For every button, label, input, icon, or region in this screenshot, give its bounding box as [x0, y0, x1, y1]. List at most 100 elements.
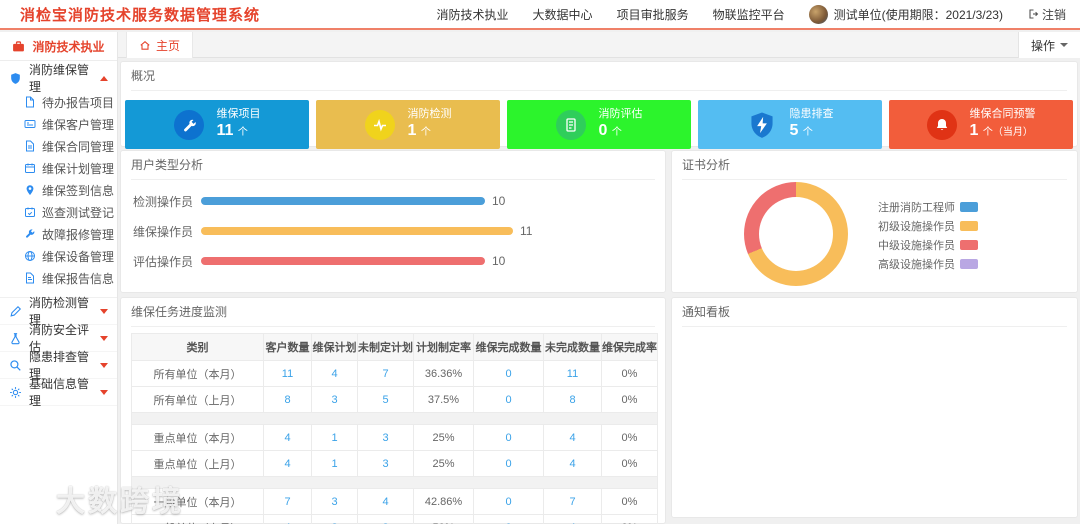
- sidebar-group-basicinfo[interactable]: 基础信息管理: [0, 377, 117, 408]
- tab-bar: 主页 操作: [118, 32, 1080, 58]
- sidebar-item-equipment-mgmt[interactable]: 维保设备管理: [0, 245, 117, 267]
- legend-item-junior-operator[interactable]: 初级设施操作员: [842, 218, 978, 233]
- card-maintenance-projects[interactable]: 维保项目 11 个: [125, 100, 309, 149]
- shield-icon: [11, 72, 20, 84]
- search-icon: [10, 359, 21, 371]
- certificate-title: 证书分析: [682, 151, 1067, 180]
- chevron-down-icon: [1060, 43, 1068, 47]
- top-nav: 消防技术执业 大数据中心 项目审批服务 物联监控平台 测试单位(使用期限：202…: [437, 4, 1066, 24]
- sidebar-group-label: 消防维保管理: [29, 63, 90, 94]
- card-value: 5 个: [789, 122, 813, 140]
- file-text-icon: [26, 272, 34, 284]
- caret-down-icon: [100, 308, 108, 314]
- legend-swatch: [960, 239, 978, 250]
- col-header: 类别: [131, 333, 264, 361]
- bar-row: 评估操作员 10: [121, 246, 655, 276]
- sidebar-item-report-info[interactable]: 维保报告信息: [0, 267, 117, 289]
- bar-row: 检测操作员 10: [121, 186, 655, 216]
- sidebar-item-label: 维保设备管理: [42, 249, 115, 264]
- card-fire-assessment[interactable]: 消防评估 0 个: [507, 100, 691, 149]
- app-title: 消检宝消防技术服务数据管理系统: [20, 7, 261, 24]
- table-row: 所有单位（本月） 11 4 7 36.36% 0 11 0%: [131, 360, 658, 387]
- action-dropdown-button[interactable]: 操作: [1017, 32, 1080, 58]
- table-header-row: 类别 客户数量 维保计划 未制定计划 计划制定率 维保完成数量 未完成数量 维保…: [131, 333, 658, 361]
- calendar-check-icon: [25, 207, 35, 217]
- tab-home[interactable]: 主页: [126, 32, 194, 58]
- logout-button[interactable]: 注销: [1027, 6, 1066, 23]
- user-type-bar-chart: 检测操作员 10 维保操作员 11 评估操作员 10: [121, 180, 665, 276]
- bar-fill: [201, 227, 513, 235]
- sidebar-item-pending-reports[interactable]: 待办报告项目: [0, 91, 117, 113]
- table-row: 重点单位（上月） 4 1 3 25% 0 4 0%: [131, 450, 658, 477]
- card-contract-warning[interactable]: 维保合同预警 1 个（当月）: [889, 100, 1073, 149]
- sidebar-header[interactable]: 消防技术执业: [0, 32, 117, 61]
- avatar: [808, 4, 828, 24]
- globe-icon: [25, 251, 35, 261]
- sidebar-group-maintenance: 消防维保管理 待办报告项目 维保客户管理 维保合同管理 维保计划管理 维保签到信…: [0, 61, 117, 298]
- caret-up-icon: [100, 75, 108, 81]
- col-header: 计划制定率: [413, 333, 474, 361]
- pen-icon: [10, 305, 22, 317]
- legend-item-registered-engineer[interactable]: 注册消防工程师: [842, 199, 978, 214]
- logout-icon: [1029, 9, 1039, 19]
- nav-link-fire-practice[interactable]: 消防技术执业: [437, 6, 509, 23]
- certificate-legend: 注册消防工程师 初级设施操作员 中级设施操作员 高级设施操作员: [842, 199, 978, 275]
- card-text: 维保合同预警 1 个（当月）: [970, 108, 1036, 142]
- sidebar-item-plan-mgmt[interactable]: 维保计划管理: [0, 157, 117, 179]
- nav-link-iot-platform[interactable]: 物联监控平台: [713, 6, 785, 23]
- nav-link-project-approval[interactable]: 项目审批服务: [617, 6, 689, 23]
- caret-down-icon: [100, 389, 108, 395]
- card-label: 隐患排查: [789, 107, 834, 120]
- user-info[interactable]: 测试单位(使用期限：2021/3/23): [808, 4, 1003, 24]
- alarm-bell-icon: [926, 109, 957, 140]
- sidebar: 消防技术执业 消防维保管理 待办报告项目 维保客户管理 维保合同管理 维保计划管…: [0, 32, 118, 524]
- table-row: 一般单位（本月） 7 3 4 42.86% 0 7 0%: [131, 488, 658, 515]
- table-row: 一般单位（上月） 4 2 2 50% 0 4 0%: [131, 514, 658, 524]
- sidebar-item-label: 维保计划管理: [42, 161, 115, 176]
- nav-link-bigdata-center[interactable]: 大数据中心: [533, 6, 593, 23]
- sidebar-header-label: 消防技术执业: [32, 39, 105, 54]
- card-hazard-investigation[interactable]: 隐患排查 5 个: [698, 100, 882, 149]
- sidebar-item-customer-mgmt[interactable]: 维保客户管理: [0, 113, 117, 135]
- wrench-icon: [26, 229, 35, 238]
- sidebar-item-contract-mgmt[interactable]: 维保合同管理: [0, 135, 117, 157]
- card-fire-detection[interactable]: 消防检测 1 个: [316, 100, 500, 149]
- card-text: 消防评估 0 个: [599, 108, 643, 142]
- card-value: 11 个: [216, 122, 248, 140]
- sidebar-group-label: 基础信息管理: [29, 377, 90, 408]
- bar-category-label: 维保操作员: [132, 224, 193, 239]
- bar-fill: [201, 197, 485, 205]
- user-type-title: 用户类型分析: [131, 151, 655, 180]
- bar-category-label: 检测操作员: [132, 194, 193, 209]
- sidebar-item-repair-mgmt[interactable]: 故障报修管理: [0, 223, 117, 245]
- card-label: 消防检测: [407, 107, 452, 120]
- certificate-panel: 证书分析 注册消防工程师 初级设施操作员 中级设施操作员 高级设施操作员: [671, 150, 1078, 293]
- legend-item-senior-operator[interactable]: 高级设施操作员: [842, 256, 978, 271]
- pulse-shield-icon: [364, 109, 395, 140]
- contract-icon: [26, 140, 34, 152]
- col-header: 维保完成数量: [473, 333, 544, 361]
- action-label: 操作: [1030, 38, 1055, 53]
- caret-down-icon: [100, 335, 108, 341]
- tools-shield-icon: [173, 109, 204, 140]
- sidebar-item-checkin-info[interactable]: 维保签到信息: [0, 179, 117, 201]
- sidebar-item-label: 维保客户管理: [42, 117, 115, 132]
- main-content: 概况 维保项目 11 个 消防检测 1 个 消防评估 0 个 隐患排查 5 个 …: [118, 58, 1080, 524]
- sidebar-item-label: 待办报告项目: [42, 95, 115, 110]
- bar-row: 维保操作员 11: [121, 216, 655, 246]
- table-separator-row: [131, 412, 658, 425]
- legend-item-intermediate-operator[interactable]: 中级设施操作员: [842, 237, 978, 252]
- sidebar-item-label: 维保报告信息: [42, 271, 115, 286]
- lightning-shield-icon: [747, 110, 777, 140]
- legend-label: 初级设施操作员: [878, 220, 955, 233]
- table-row: 所有单位（上月） 8 3 5 37.5% 0 8 0%: [131, 386, 658, 413]
- sidebar-item-inspection-register[interactable]: 巡查测试登记: [0, 201, 117, 223]
- logout-label: 注销: [1041, 7, 1066, 22]
- id-card-icon: [24, 120, 36, 128]
- sidebar-group-maintenance-toggle[interactable]: 消防维保管理: [0, 63, 117, 94]
- card-text: 维保项目 11 个: [217, 108, 261, 142]
- legend-swatch: [960, 201, 978, 212]
- legend-label: 中级设施操作员: [878, 239, 955, 252]
- sidebar-item-label: 巡查测试登记: [42, 205, 115, 220]
- card-text: 隐患排查 5 个: [790, 108, 834, 142]
